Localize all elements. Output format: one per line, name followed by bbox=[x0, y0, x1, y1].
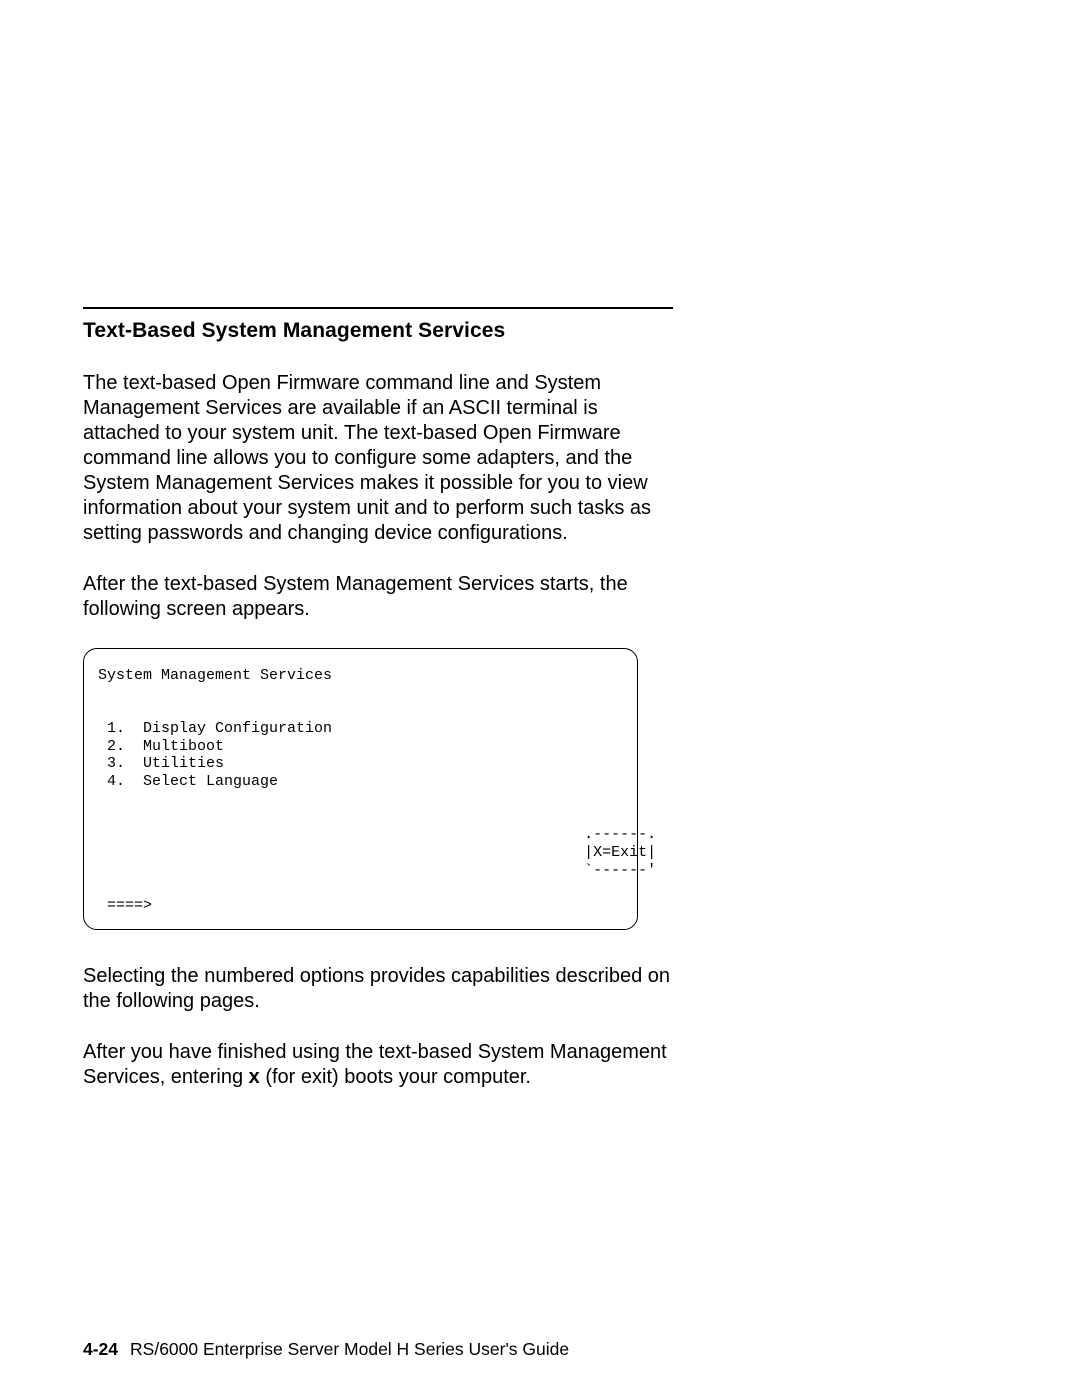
terminal-option-4: 4. Select Language bbox=[107, 773, 278, 790]
terminal-option-1: 1. Display Configuration bbox=[107, 720, 332, 737]
content-column: Text-Based System Management Services Th… bbox=[83, 307, 673, 1116]
terminal-exit-bot: `------' bbox=[98, 862, 656, 879]
para4-post: (for exit) boots your computer. bbox=[260, 1066, 531, 1088]
page-footer: 4-24 RS/6000 Enterprise Server Model H Se… bbox=[83, 1339, 569, 1360]
page: Text-Based System Management Services Th… bbox=[0, 0, 1080, 1397]
page-number: 4-24 bbox=[83, 1339, 118, 1359]
terminal-title: System Management Services bbox=[98, 667, 332, 684]
section-rule bbox=[83, 307, 673, 309]
terminal-screen: System Management Services 1. Display Co… bbox=[83, 648, 638, 930]
post-terminal-paragraph-2: After you have finished using the text-b… bbox=[83, 1040, 673, 1090]
terminal-exit-top: .------. bbox=[98, 826, 656, 843]
para4-bold-x: x bbox=[249, 1066, 260, 1088]
terminal-text: System Management Services 1. Display Co… bbox=[98, 667, 623, 915]
post-terminal-paragraph-1: Selecting the numbered options provides … bbox=[83, 964, 673, 1014]
book-title: RS/6000 Enterprise Server Model H Series… bbox=[130, 1339, 569, 1359]
intro-paragraph: The text-based Open Firmware command lin… bbox=[83, 371, 673, 546]
lead-in-paragraph: After the text-based System Management S… bbox=[83, 572, 673, 622]
section-heading: Text-Based System Management Services bbox=[83, 319, 673, 343]
terminal-prompt: ====> bbox=[98, 897, 152, 914]
terminal-option-3: 3. Utilities bbox=[107, 755, 224, 772]
terminal-option-2: 2. Multiboot bbox=[107, 738, 224, 755]
terminal-exit-mid: |X=Exit| bbox=[98, 844, 656, 861]
